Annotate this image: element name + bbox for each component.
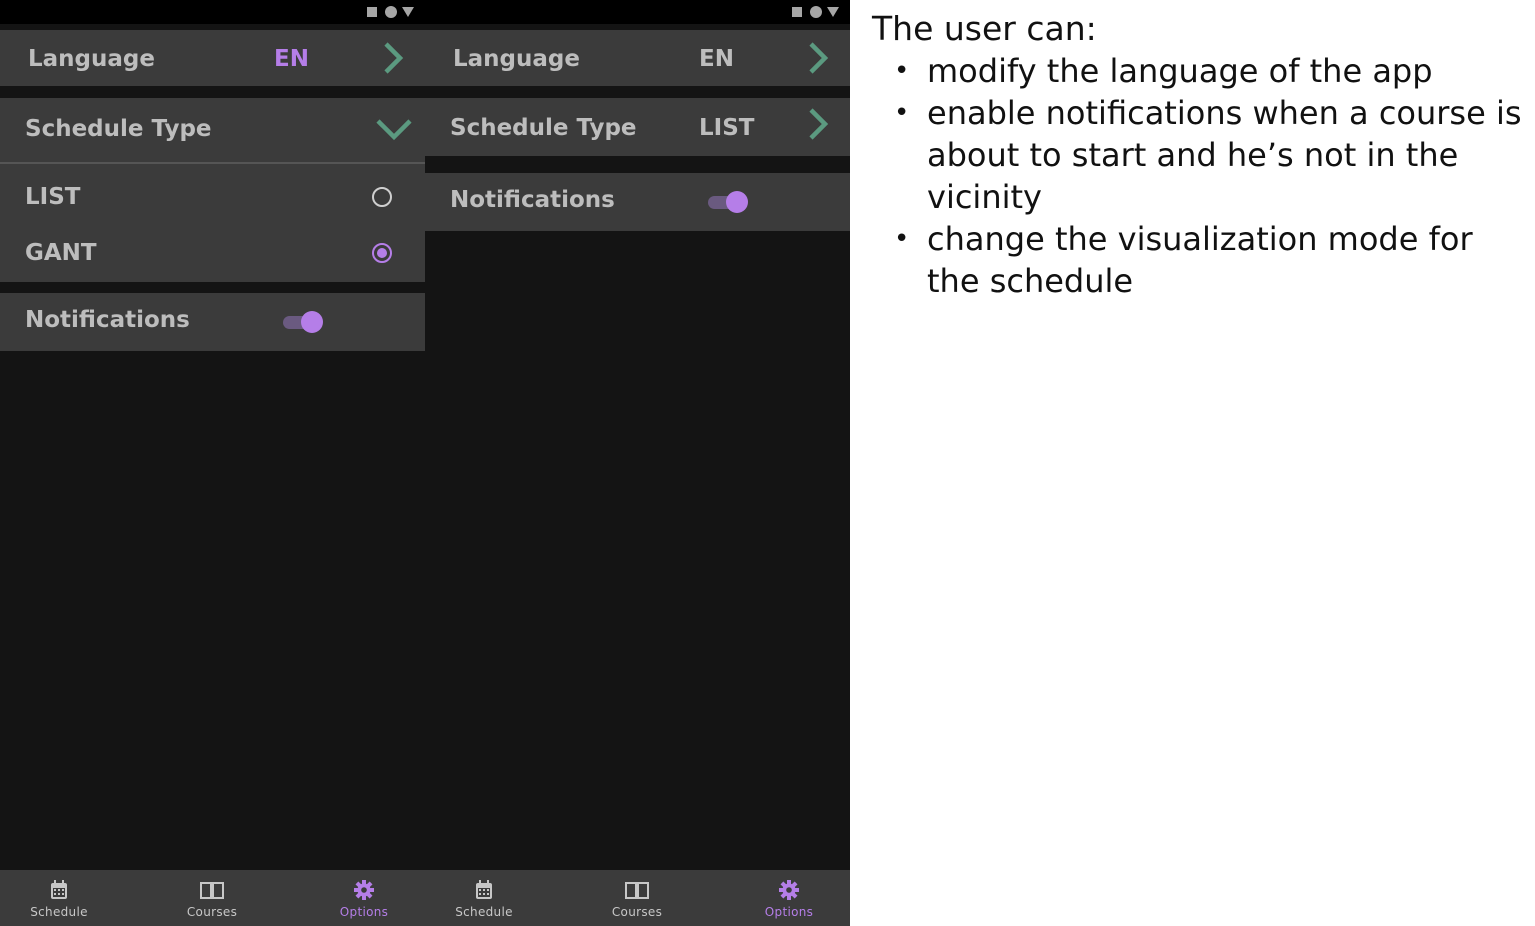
chevron-down-icon[interactable] [375,116,413,142]
option-label: LIST [25,184,81,210]
description-title: The user can: [872,9,1097,48]
description-panel: The user can: • modify the language of th… [872,8,1532,302]
bullet: • [894,224,910,254]
home-icon [810,6,822,18]
description-list: • modify the language of the app • enable … [894,50,1532,302]
radio-button-unselected[interactable] [372,187,392,207]
list-item: • enable notifications when a course is a… [894,92,1532,218]
nav-item-schedule[interactable]: Schedule [429,870,539,926]
schedule-type-label: Schedule Type [450,115,637,141]
recents-icon [367,7,377,17]
recents-icon [792,7,802,17]
schedule-type-header[interactable]: Schedule Type [0,98,425,162]
nav-label: Courses [186,905,238,919]
bullet: • [894,98,910,128]
nav-label: Options [764,905,814,919]
bottom-navigation: Schedule Courses Options [425,870,850,926]
chevron-right-icon[interactable] [805,108,831,140]
radio-button-selected[interactable] [372,243,392,263]
language-value: EN [274,46,309,72]
schedule-type-section: Schedule Type LIST GANT [0,98,425,282]
options-screen-expanded: Language EN Schedule Type LIST GANT Noti… [0,0,425,926]
status-bar [425,0,850,24]
notifications-row: Notifications [425,173,850,231]
language-label: Language [28,46,155,72]
list-item: • change the visualization mode for the s… [894,218,1532,302]
gear-icon [354,880,374,900]
calendar-icon [476,880,492,899]
notifications-label: Notifications [25,307,190,333]
language-row[interactable]: Language EN [0,30,425,86]
toggle-thumb [726,191,748,213]
options-screen-collapsed: Language EN Schedule Type LIST Notificat… [425,0,850,926]
system-nav-icons [792,6,842,18]
list-item-text: enable notifications when a course is ab… [927,94,1522,216]
nav-label: Options [339,905,389,919]
nav-label: Schedule [455,905,513,919]
list-item-text: modify the language of the app [927,52,1433,90]
notifications-toggle[interactable] [283,311,323,333]
schedule-option-list[interactable]: LIST [0,170,425,222]
language-value: EN [699,46,734,72]
bottom-navigation: Schedule Courses Options [0,870,425,926]
schedule-type-row[interactable]: Schedule Type LIST [425,98,850,156]
home-icon [385,6,397,18]
list-item-text: change the visualization mode for the sc… [927,220,1473,300]
nav-label: Schedule [30,905,88,919]
nav-label: Courses [611,905,663,919]
book-icon [200,882,224,899]
gear-icon [779,880,799,900]
notifications-toggle[interactable] [708,191,748,213]
schedule-type-label: Schedule Type [25,116,212,142]
option-label: GANT [25,240,97,266]
notifications-row: Notifications [0,293,425,351]
back-icon [827,7,839,17]
calendar-icon [51,880,67,899]
notifications-label: Notifications [450,187,615,213]
bullet: • [894,56,910,86]
schedule-option-gant[interactable]: GANT [0,226,425,278]
nav-item-courses[interactable]: Courses [157,870,267,926]
nav-item-options[interactable]: Options [309,870,419,926]
status-bar [0,0,425,24]
schedule-type-value: LIST [699,115,755,141]
divider [0,162,425,164]
list-item: • modify the language of the app [894,50,1532,92]
book-icon [625,882,649,899]
chevron-right-icon[interactable] [805,42,831,74]
system-nav-icons [367,6,417,18]
nav-item-courses[interactable]: Courses [582,870,692,926]
toggle-thumb [301,311,323,333]
nav-item-options[interactable]: Options [734,870,844,926]
nav-item-schedule[interactable]: Schedule [4,870,114,926]
language-row[interactable]: Language EN [425,30,850,86]
language-label: Language [453,46,580,72]
back-icon [402,7,414,17]
chevron-right-icon[interactable] [380,42,406,74]
